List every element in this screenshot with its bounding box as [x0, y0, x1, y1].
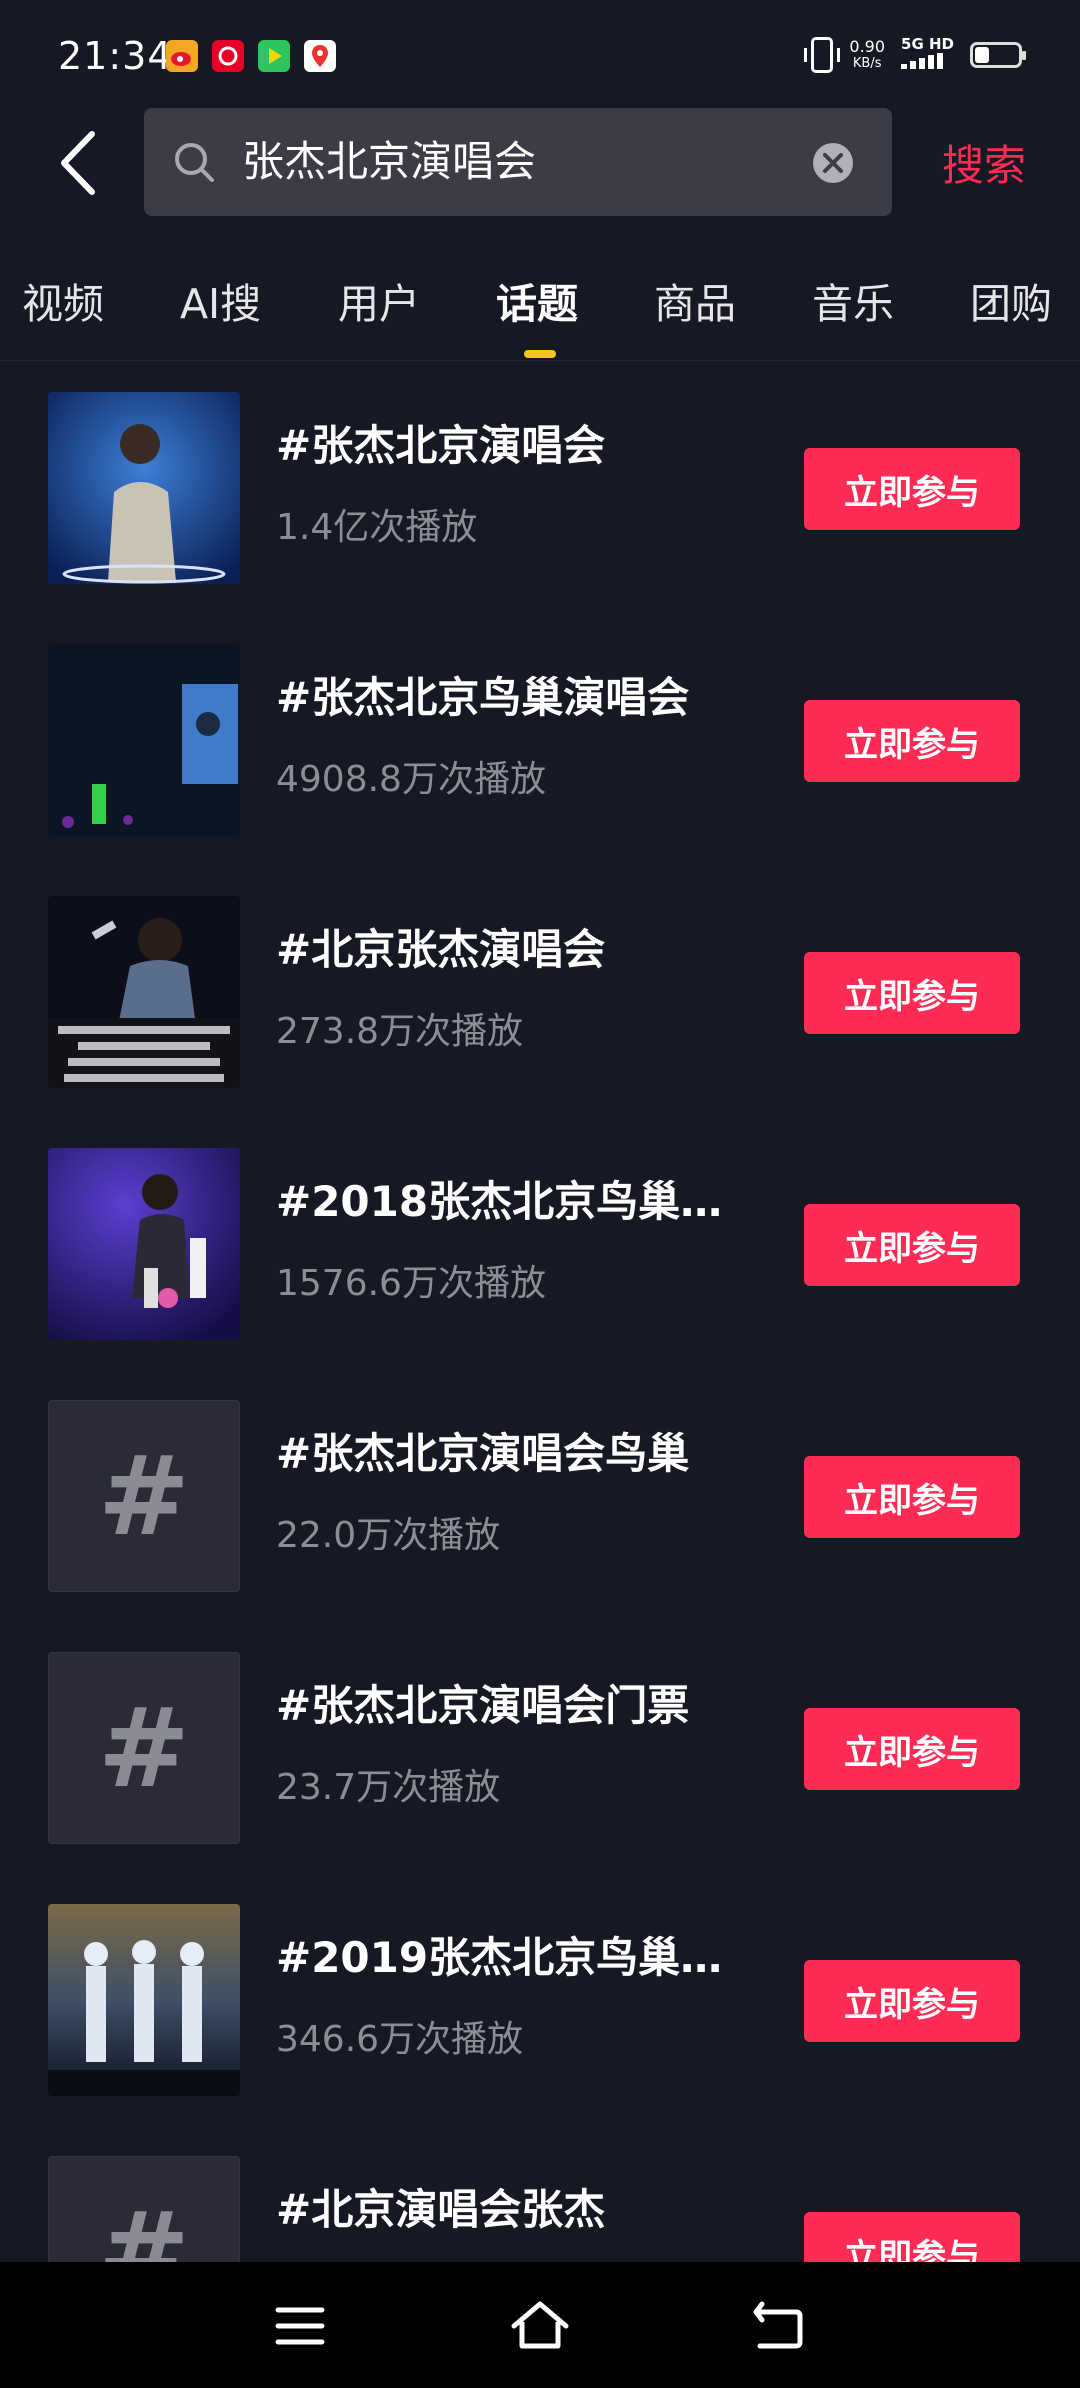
video-app-icon: [258, 40, 290, 72]
network-speed: 0.90 KB/s: [849, 38, 885, 72]
search-icon: [175, 143, 214, 182]
topic-title: #张杰北京演唱会门票: [276, 1681, 690, 1730]
clear-icon[interactable]: [812, 142, 854, 184]
join-button[interactable]: 立即参与: [804, 1960, 1020, 2042]
weibo-icon: [166, 40, 198, 72]
topic-play-count: 4908.8万次播放: [276, 759, 546, 800]
search-button[interactable]: 搜索: [942, 132, 1026, 193]
list-item[interactable]: # #张杰北京演唱会门票 23.7万次播放 立即参与: [0, 1622, 1080, 1874]
back-button[interactable]: [56, 128, 100, 198]
tab-users[interactable]: 用户: [338, 270, 420, 330]
list-item[interactable]: #北京张杰演唱会 273.8万次播放 立即参与: [0, 866, 1080, 1118]
battery-icon: [970, 41, 1026, 68]
active-tab-indicator: [524, 350, 556, 358]
notification-icons: [166, 40, 336, 72]
home-icon[interactable]: [510, 2296, 570, 2356]
join-button[interactable]: 立即参与: [804, 1204, 1020, 1286]
speed-value: 0.90: [849, 36, 886, 56]
list-item[interactable]: # #张杰北京演唱会鸟巢 22.0万次播放 立即参与: [0, 1370, 1080, 1622]
list-item[interactable]: #张杰北京鸟巢演唱会 4908.8万次播放 立即参与: [0, 614, 1080, 866]
system-nav-bar: [0, 2262, 1080, 2388]
topic-play-count: 1.4亿次播放: [276, 507, 478, 548]
topic-title: #张杰北京演唱会: [276, 421, 606, 470]
search-query[interactable]: 张杰北京演唱会: [242, 132, 536, 192]
signal-bars-icon: [901, 53, 944, 69]
vibrate-icon: [804, 36, 841, 73]
list-item[interactable]: #2019张杰北京鸟巢… 346.6万次播放 立即参与: [0, 1874, 1080, 2126]
tab-music[interactable]: 音乐: [812, 270, 894, 330]
network-type: 5G HD: [901, 35, 954, 53]
join-button[interactable]: 立即参与: [804, 448, 1020, 530]
topic-thumbnail: [48, 1904, 240, 2096]
hash-icon: #: [48, 1400, 240, 1592]
back-nav-icon[interactable]: [750, 2296, 810, 2356]
topic-title: #北京演唱会张杰: [276, 2185, 606, 2234]
search-input[interactable]: 张杰北京演唱会: [144, 108, 892, 216]
divider: [0, 360, 1080, 361]
tab-ai-search[interactable]: AI搜: [180, 270, 261, 330]
topic-play-count: 22.0万次播放: [276, 1515, 501, 1556]
join-button[interactable]: 立即参与: [804, 952, 1020, 1034]
topic-thumbnail: [48, 644, 240, 836]
topic-title: #张杰北京演唱会鸟巢: [276, 1429, 690, 1478]
hash-icon: #: [48, 1652, 240, 1844]
topic-play-count: 273.8万次播放: [276, 1011, 524, 1052]
tab-video[interactable]: 视频: [22, 270, 104, 330]
list-item[interactable]: #2018张杰北京鸟巢… 1576.6万次播放 立即参与: [0, 1118, 1080, 1370]
tab-topics[interactable]: 话题: [496, 270, 578, 330]
list-item[interactable]: #张杰北京演唱会 1.4亿次播放 立即参与: [0, 362, 1080, 614]
speed-unit: KB/s: [852, 55, 882, 71]
topic-title: #2018张杰北京鸟巢…: [276, 1177, 723, 1226]
topic-thumbnail: [48, 1148, 240, 1340]
signal-indicator: 5G HD: [901, 36, 954, 73]
join-button[interactable]: 立即参与: [804, 700, 1020, 782]
topic-title: #张杰北京鸟巢演唱会: [276, 673, 690, 722]
netease-music-icon: [212, 40, 244, 72]
topic-play-count: 23.7万次播放: [276, 1767, 501, 1808]
search-results-screen: 21:34 0.90 KB/s 5G HD 张杰北京演唱会 搜索 视频 AI搜 …: [0, 0, 1080, 2388]
status-time: 21:34: [58, 34, 173, 78]
chevron-left-icon: [61, 131, 95, 195]
topic-play-count: 346.6万次播放: [276, 2019, 524, 2060]
topic-thumbnail: [48, 896, 240, 1088]
join-button[interactable]: 立即参与: [804, 1456, 1020, 1538]
status-bar: 21:34 0.90 KB/s 5G HD: [0, 0, 1080, 110]
topic-title: #北京张杰演唱会: [276, 925, 606, 974]
tab-products[interactable]: 商品: [654, 270, 736, 330]
tab-bar: 视频 AI搜 用户 话题 商品 音乐 团购: [0, 258, 1080, 358]
topic-play-count: 1576.6万次播放: [276, 1263, 546, 1304]
status-right: 0.90 KB/s 5G HD: [804, 36, 1026, 73]
topic-title: #2019张杰北京鸟巢…: [276, 1933, 723, 1982]
menu-icon[interactable]: [270, 2296, 330, 2356]
topic-thumbnail: [48, 392, 240, 584]
join-button[interactable]: 立即参与: [804, 1708, 1020, 1790]
tab-group-buy[interactable]: 团购: [970, 270, 1052, 330]
map-app-icon: [304, 40, 336, 72]
